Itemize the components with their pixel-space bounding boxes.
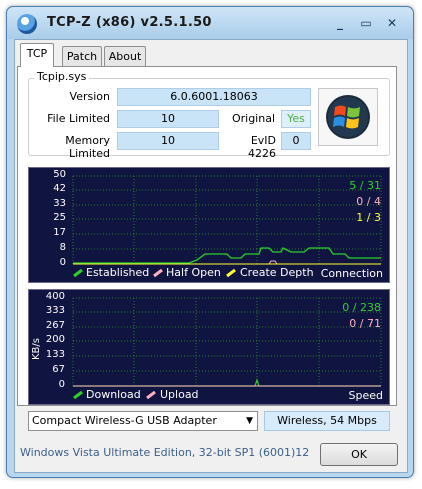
conn-tick-33: 33: [53, 198, 66, 209]
download-legend-icon: [73, 390, 83, 400]
original-label: Original: [231, 112, 275, 125]
established-counter: 5 / 31: [349, 179, 381, 192]
download-line: [73, 378, 381, 387]
version-value: 6.0.6001.18063: [117, 88, 311, 106]
connection-graph-title: Connection: [320, 267, 383, 280]
established-legend-icon: [73, 268, 83, 278]
conn-tick-17: 17: [53, 227, 66, 238]
tcpip-group-title: Tcpip.sys: [34, 70, 90, 83]
speed-tick-67: 67: [52, 364, 65, 375]
create-depth-legend-icon: [226, 268, 236, 278]
speed-grid: [72, 297, 382, 387]
evid-value: 0: [281, 132, 311, 150]
create-depth-legend-label: Create Depth: [240, 266, 314, 279]
conn-tick-0: 0: [59, 257, 66, 268]
evid-label: EvID 4226: [248, 134, 276, 160]
adapter-status: Wireless, 54 Mbps: [264, 411, 390, 431]
speed-tick-200: 200: [45, 334, 65, 345]
conn-tick-42: 42: [53, 183, 66, 194]
download-legend-label: Download: [86, 388, 141, 401]
tab-tcp[interactable]: TCP: [20, 43, 54, 67]
speed-graph-title: Speed: [348, 389, 383, 402]
memory-limited-value: 10: [117, 132, 219, 150]
tab-patch[interactable]: Patch: [62, 46, 102, 67]
half-open-legend-label: Half Open: [166, 266, 221, 279]
speed-graph: KB/s 400 333 267 200 133 67 0 0 / 238 0 …: [28, 289, 390, 405]
conn-tick-50: 50: [53, 169, 66, 180]
speed-unit-label: KB/s: [31, 338, 42, 360]
close-button[interactable]: ✕: [381, 15, 403, 31]
minimize-button[interactable]: _: [329, 15, 351, 31]
version-label: Version: [69, 90, 110, 103]
file-limited-value: 10: [117, 110, 219, 128]
file-limited-label: File Limited: [47, 112, 110, 125]
download-counter: 0 / 238: [342, 301, 381, 314]
speed-tick-0: 0: [58, 379, 65, 390]
upload-counter: 0 / 71: [349, 317, 381, 330]
half-open-counter: 0 / 4: [356, 195, 381, 208]
speed-tick-400: 400: [45, 291, 65, 302]
maximize-button[interactable]: ▭: [355, 15, 377, 31]
adapter-select-value: Compact Wireless-G USB Adapter: [32, 414, 217, 427]
established-legend-label: Established: [86, 266, 150, 279]
os-info-text: Windows Vista Ultimate Edition, 32-bit S…: [20, 446, 310, 459]
window-title: TCP-Z (x86) v2.5.1.50: [47, 15, 212, 30]
tab-about[interactable]: About: [104, 46, 146, 67]
connection-graph: 50 42 33 25 17 8 0 5 / 31 0 / 4 1 / 3 Es…: [28, 167, 390, 283]
app-icon: [17, 14, 37, 34]
connection-grid: [72, 175, 382, 265]
half-open-legend-icon: [153, 268, 163, 278]
upload-legend-label: Upload: [160, 388, 199, 401]
speed-tick-133: 133: [45, 349, 65, 360]
speed-tick-333: 333: [45, 305, 65, 316]
conn-tick-8: 8: [59, 242, 66, 253]
chevron-down-icon[interactable]: ▼: [246, 412, 253, 430]
title-bar[interactable]: TCP-Z (x86) v2.5.1.50 _ ▭ ✕: [7, 7, 413, 39]
windows-logo: [318, 88, 378, 146]
original-value: Yes: [281, 110, 311, 128]
adapter-select[interactable]: Compact Wireless-G USB Adapter ▼: [28, 411, 258, 431]
speed-tick-267: 267: [45, 320, 65, 331]
create-depth-counter: 1 / 3: [356, 211, 381, 224]
ok-button[interactable]: OK: [320, 443, 398, 466]
memory-limited-label: Memory Limited: [65, 134, 110, 160]
established-line: [73, 247, 381, 264]
conn-tick-25: 25: [53, 212, 66, 223]
upload-legend-icon: [146, 390, 156, 400]
